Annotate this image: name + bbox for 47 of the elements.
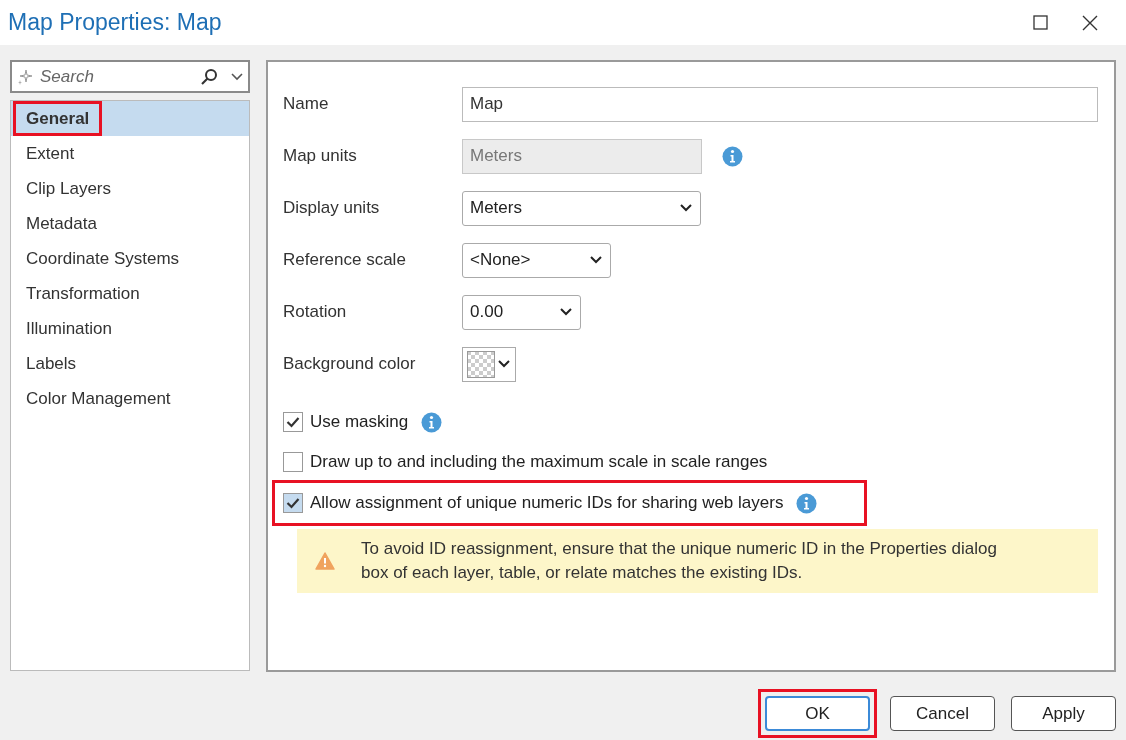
sidebar-item[interactable]: Coordinate Systems bbox=[11, 241, 249, 276]
color-picker[interactable] bbox=[462, 346, 516, 382]
field-label: Name bbox=[283, 93, 330, 116]
field-label: Rotation bbox=[283, 301, 348, 324]
checkbox[interactable] bbox=[283, 412, 303, 432]
info-icon[interactable] bbox=[796, 492, 818, 514]
chevron-down-icon bbox=[497, 359, 511, 369]
warning-icon bbox=[315, 552, 335, 570]
sidebar-item[interactable]: Illumination bbox=[11, 311, 249, 346]
field-label: Reference scale bbox=[283, 249, 407, 272]
window-title: Map Properties: Map bbox=[8, 8, 223, 38]
chevron-down-icon bbox=[559, 307, 573, 317]
search-field[interactable]: Search bbox=[10, 60, 250, 93]
sidebar-item[interactable]: General bbox=[11, 101, 249, 136]
sidebar-item[interactable]: Clip Layers bbox=[11, 171, 249, 206]
chevron-down-icon bbox=[589, 255, 603, 265]
sidebar-item[interactable]: Metadata bbox=[11, 206, 249, 241]
dropdown[interactable]: <None> bbox=[462, 242, 611, 278]
sidebar-item[interactable]: Color Management bbox=[11, 381, 249, 416]
transparent-swatch-icon bbox=[467, 350, 495, 378]
chevron-down-icon[interactable] bbox=[230, 71, 244, 82]
checkbox[interactable] bbox=[283, 452, 303, 472]
checkbox-label: Draw up to and including the maximum scale in scale ranges bbox=[310, 451, 768, 474]
sidebar-item[interactable]: Labels bbox=[11, 346, 249, 381]
name-input[interactable]: Map bbox=[462, 86, 1098, 122]
field-label: Map units bbox=[283, 145, 358, 168]
chevron-down-icon bbox=[679, 203, 693, 213]
dialog-button[interactable]: Apply bbox=[1011, 696, 1116, 731]
search-icon[interactable] bbox=[200, 67, 218, 86]
close-icon bbox=[1082, 14, 1098, 31]
dialog-button[interactable]: Cancel bbox=[890, 696, 995, 731]
checkbox-label: Use masking bbox=[310, 411, 409, 434]
dialog-button[interactable]: OK bbox=[765, 696, 870, 731]
field-label: Display units bbox=[283, 197, 381, 220]
field-label: Background color bbox=[283, 353, 417, 376]
checkbox[interactable] bbox=[283, 493, 303, 513]
warning-text: To avoid ID reassignment, ensure that the unique numeric ID in the Properties dialog box of each layer, table, or relate matches the existing IDs. bbox=[361, 538, 998, 584]
info-icon[interactable] bbox=[421, 411, 443, 433]
dropdown[interactable]: Meters bbox=[462, 190, 701, 226]
info-icon[interactable] bbox=[722, 145, 743, 167]
search-input: Search bbox=[40, 63, 194, 90]
sidebar-item[interactable]: Transformation bbox=[11, 276, 249, 311]
sparkle-icon bbox=[16, 67, 34, 86]
maximize-icon bbox=[1032, 15, 1048, 30]
sidebar-item[interactable]: Extent bbox=[11, 136, 249, 171]
dropdown[interactable]: 0.00 bbox=[462, 294, 581, 330]
checkbox-label: Allow assignment of unique numeric IDs for sharing web layers bbox=[310, 492, 784, 515]
